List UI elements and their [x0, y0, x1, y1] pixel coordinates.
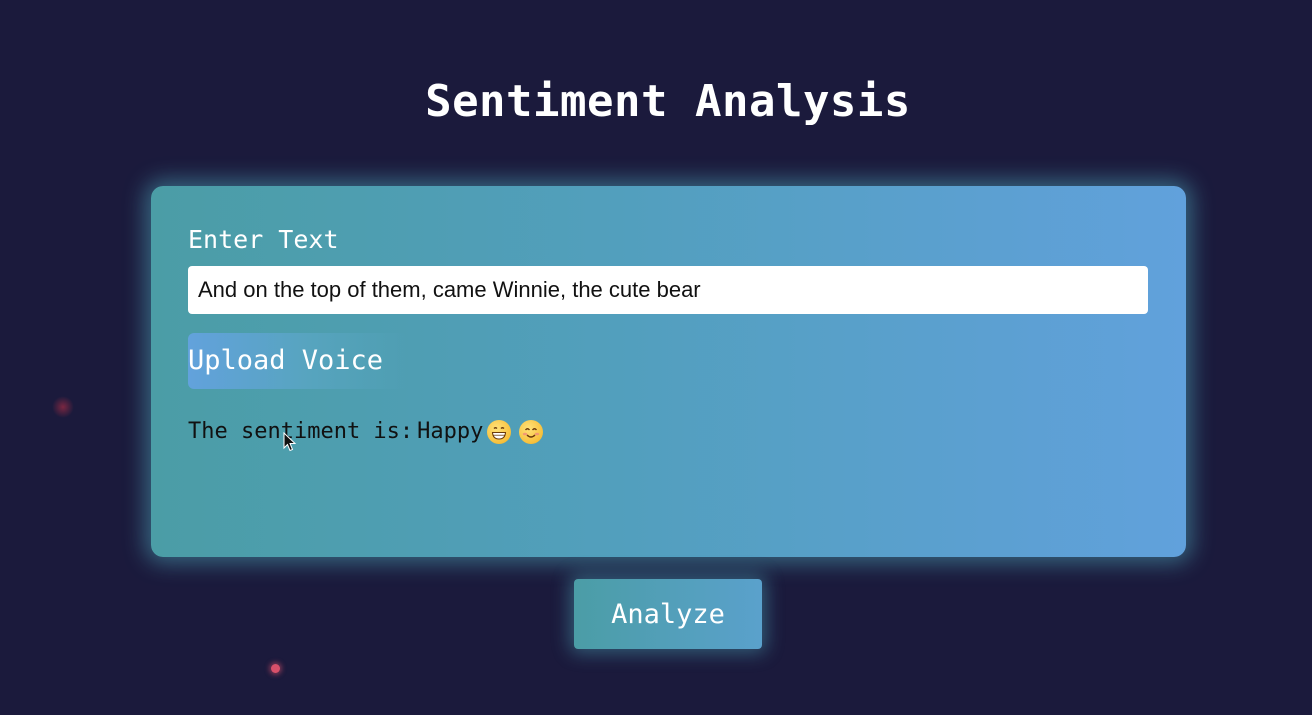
sentiment-value: Happy: [417, 419, 484, 444]
page-title: Sentiment Analysis: [425, 76, 911, 127]
result-prefix: The sentiment is:: [188, 419, 414, 444]
background-glow-dot: [52, 396, 74, 418]
background-glow-dot: [271, 664, 280, 673]
enter-text-label: Enter Text: [188, 225, 339, 254]
sentiment-result: The sentiment is: Happy: [188, 416, 544, 448]
grinning-face-icon: [487, 420, 512, 444]
smiling-face-icon: [519, 420, 544, 444]
sentiment-form-card: Enter Text Upload Voice The sentiment is…: [151, 186, 1186, 557]
mouse-cursor-icon: [283, 432, 297, 452]
analyze-button[interactable]: Analyze: [574, 579, 762, 649]
text-input[interactable]: [188, 266, 1148, 314]
upload-voice-button[interactable]: Upload Voice: [188, 333, 408, 389]
